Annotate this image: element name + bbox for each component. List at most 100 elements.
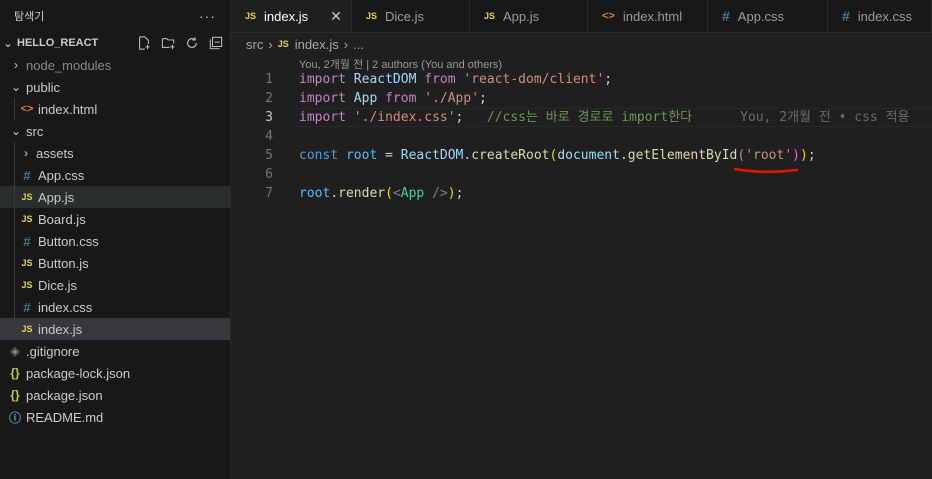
inline-blame: You, 2개월 전 • css 적용 [740, 110, 910, 125]
collapse-all-icon[interactable] [208, 35, 224, 51]
indent-guide [14, 208, 15, 230]
tab-app-css[interactable]: # App.css [708, 0, 828, 32]
new-file-icon[interactable] [136, 35, 152, 51]
tree-item-package-json[interactable]: {} package.json [0, 384, 230, 406]
js-file-icon: JS [21, 214, 33, 224]
code-token: ReactDOM [400, 148, 464, 163]
chevron-down-icon[interactable]: ⌄ [2, 37, 14, 50]
html-file-icon: <> [20, 103, 34, 115]
tree-item-label: Button.css [38, 233, 99, 249]
code-token: ) [792, 148, 800, 163]
html-file-icon: <> [602, 10, 615, 22]
tab-label: App.js [503, 8, 540, 24]
breadcrumb-folder[interactable]: src [246, 37, 263, 52]
code-token: const [299, 148, 339, 163]
code-token: ReactDOM [353, 72, 417, 87]
breadcrumb-symbol[interactable]: ... [353, 37, 364, 52]
red-underline-annotation [733, 167, 799, 173]
css-file-icon: # [722, 8, 730, 24]
chevron-down-icon[interactable]: ⌄ [10, 80, 22, 94]
tab-index-css[interactable]: # index.css [828, 0, 932, 32]
close-icon[interactable]: ✕ [330, 8, 342, 25]
chevron-right-icon[interactable]: › [10, 58, 22, 72]
code-token: //css는 바로 경로로 import한다 [486, 110, 693, 125]
code-line[interactable]: 7 root.render(<App />); [231, 184, 932, 203]
code-line[interactable]: 5 const root = ReactDOM. createRoot (docume… [231, 146, 932, 165]
tree-item-dice-js[interactable]: JS Dice.js [0, 274, 230, 296]
tree-item-assets[interactable]: › assets [0, 142, 230, 164]
chevron-down-icon[interactable]: ⌄ [10, 124, 22, 138]
code-token: ( [385, 186, 393, 201]
code-token: ; [604, 72, 613, 87]
tree-item-label: Dice.js [38, 277, 78, 293]
chevron-right-icon: › [343, 36, 349, 52]
code-content: root.render(<App />); [299, 184, 463, 203]
explorer-header: 탐색기 ··· [0, 0, 230, 32]
code-token: import [299, 72, 346, 87]
tree-item-index-css[interactable]: # index.css [0, 296, 230, 318]
tree-item-label: index.css [38, 299, 93, 315]
code-token: . [330, 186, 339, 201]
code-token: import [299, 110, 346, 125]
code-token: ; [807, 148, 816, 163]
tree-item-package-lock-json[interactable]: {} package-lock.json [0, 362, 230, 384]
code-line[interactable]: 1 import ReactDOM from 'react-dom/client'… [231, 70, 932, 89]
tree-item-index-js[interactable]: JS index.js [0, 318, 230, 340]
breadcrumb-file[interactable]: index.js [295, 37, 339, 52]
code-token: import [299, 91, 346, 106]
tree-item-app-css[interactable]: # App.css [0, 164, 230, 186]
workspace-folder[interactable]: ⌄ HELLO_REACT [0, 32, 230, 54]
css-file-icon: # [23, 299, 31, 315]
code-token: createRoot [471, 148, 550, 163]
chevron-right-icon[interactable]: › [20, 146, 32, 160]
tree-item-label: index.html [38, 101, 98, 117]
code-token: App [400, 186, 425, 201]
tree-item-index-html[interactable]: <> index.html [0, 98, 230, 120]
css-file-icon: # [23, 233, 31, 249]
tree-item-readme-md[interactable]: ⓘ README.md [0, 406, 230, 428]
code-token: 'root' [745, 148, 793, 163]
code-token: ( [737, 148, 746, 163]
tree-item-node-modules[interactable]: › node_modules [0, 54, 230, 76]
chevron-right-icon: › [268, 36, 273, 52]
tree-item-button-js[interactable]: JS Button.js [0, 252, 230, 274]
tree-item-label: App.js [38, 189, 75, 205]
code-line[interactable]: 4 [231, 127, 932, 146]
tree-item-button-css[interactable]: # Button.css [0, 230, 230, 252]
git-file-icon: ◈ [10, 344, 20, 358]
more-actions-icon[interactable]: ··· [199, 8, 216, 24]
tab-label: App.css [737, 8, 785, 24]
tab-index-js[interactable]: JS index.js ✕ [231, 0, 352, 32]
code-token: './App' [424, 91, 480, 106]
tree-item-public[interactable]: ⌄ public [0, 76, 230, 98]
js-file-icon: JS [277, 39, 289, 49]
js-file-icon: JS [21, 280, 33, 290]
code-line[interactable]: 3 import './index.css'; //css는 바로 경로로 imp… [231, 108, 932, 127]
new-folder-icon[interactable] [160, 35, 176, 51]
tree-item-label: assets [36, 145, 74, 161]
code-token: 'react-dom/client' [463, 72, 605, 87]
tab-index-html[interactable]: <> index.html [588, 0, 708, 32]
tree-item-gitignore[interactable]: ◈ .gitignore [0, 340, 230, 362]
code-editor[interactable]: You, 2개월 전 | 2 authors (You and others) … [231, 54, 932, 479]
tab-app-js[interactable]: JS App.js [470, 0, 588, 32]
tree-item-label: .gitignore [26, 343, 80, 359]
code-token: ; [479, 91, 487, 106]
indent-guide [14, 98, 15, 120]
tree-item-label: Button.js [38, 255, 89, 271]
line-number: 2 [265, 91, 273, 106]
code-line[interactable]: 2 import App from './App'; [231, 89, 932, 108]
code-token: = [377, 148, 401, 163]
js-file-icon: JS [21, 324, 33, 334]
tree-item-app-js[interactable]: JS App.js [0, 186, 230, 208]
tab-dice-js[interactable]: JS Dice.js [352, 0, 470, 32]
tree-item-board-js[interactable]: JS Board.js [0, 208, 230, 230]
refresh-icon[interactable] [184, 35, 200, 51]
code-line[interactable]: 6 [231, 165, 932, 184]
editor-tabs: JS index.js ✕ JS Dice.js JS App.js <> index.html… [231, 0, 932, 33]
code-token: . [619, 148, 628, 163]
tree-item-src[interactable]: ⌄ src [0, 120, 230, 142]
